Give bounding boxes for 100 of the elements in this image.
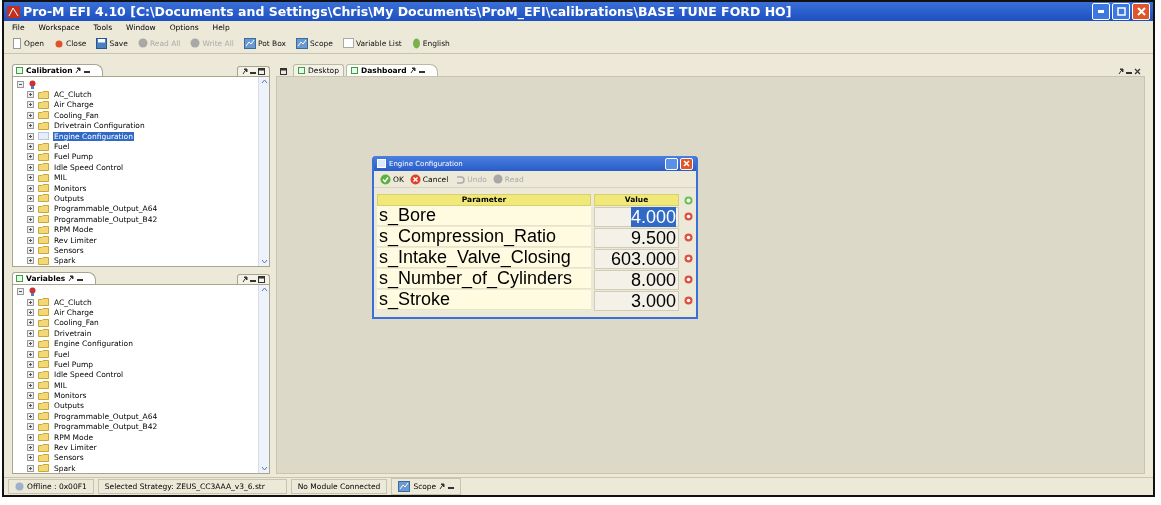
expand-icon[interactable] [27,195,34,202]
expand-icon[interactable] [27,340,34,348]
maximize-icon[interactable] [280,68,287,75]
circle-icon [54,38,65,48]
chart-icon [296,37,309,49]
value-field[interactable]: 9.500 [594,228,679,248]
scroll-down-icon[interactable] [260,258,268,264]
remove-icon[interactable] [683,275,693,284]
chart-icon [243,37,256,49]
value-field[interactable]: 4.000 [594,207,679,227]
window-icon [377,159,386,168]
scroll-down-icon[interactable] [260,466,268,471]
expand-icon[interactable] [27,319,34,327]
expand-icon[interactable] [27,444,34,452]
disc-icon [492,174,503,184]
scrollbar[interactable] [258,284,269,473]
expand-icon[interactable] [27,205,34,213]
folder-icon [38,464,49,473]
minimize-button[interactable] [1092,3,1110,20]
folder-icon [38,90,49,99]
folder-icon [38,381,49,390]
folder-icon [38,204,49,213]
folder-icon [38,422,49,431]
maximize-button[interactable] [1112,3,1130,20]
remove-icon[interactable] [683,233,693,242]
expand-icon[interactable] [27,402,34,410]
expand-icon[interactable] [27,184,34,192]
pin-icon[interactable] [242,68,248,75]
scrollbar[interactable] [258,77,269,266]
expand-icon[interactable] [27,392,34,400]
expand-icon[interactable] [27,360,34,368]
expand-icon[interactable] [27,350,34,358]
folder-icon [38,215,49,224]
expand-icon[interactable] [27,464,34,472]
expand-icon[interactable] [27,101,34,109]
folder-icon [38,111,49,120]
folder-icon [38,391,49,400]
pin-icon[interactable] [439,483,446,490]
pin-icon[interactable] [242,275,248,283]
pin-icon[interactable] [68,274,75,282]
expand-icon[interactable] [27,329,34,337]
root-node-icon [28,287,37,297]
scroll-up-icon[interactable] [260,79,268,84]
folder-icon [38,236,49,245]
panel-icon [298,67,305,74]
remove-icon[interactable] [683,212,693,221]
remove-icon[interactable] [683,296,693,305]
expand-icon[interactable] [27,163,34,171]
expand-icon[interactable] [27,122,34,130]
expand-icon[interactable] [27,454,34,462]
expand-icon[interactable] [27,132,34,140]
expand-icon[interactable] [27,111,34,119]
expand-icon[interactable] [27,412,34,420]
folder-icon [38,184,49,193]
pin-icon[interactable] [1118,68,1124,75]
expand-icon[interactable] [27,308,34,316]
expand-icon[interactable] [27,381,34,389]
minimize-button[interactable] [665,157,678,170]
collapse-icon[interactable] [17,288,24,296]
parameter-cell: s_Bore [377,206,591,226]
maximize-icon[interactable] [258,68,265,75]
expand-icon[interactable] [27,91,34,99]
check-icon [380,173,391,185]
pin-icon[interactable] [75,67,82,74]
parameter-cell: s_Intake_Valve_Closing [377,248,591,268]
close-icon [1136,7,1146,16]
expand-icon[interactable] [27,226,34,234]
panel-icon [350,67,358,74]
expand-icon[interactable] [27,174,34,182]
folder-icon [38,121,49,130]
scroll-up-icon[interactable] [260,286,268,292]
value-field[interactable]: 3.000 [594,291,679,311]
window-title: Pro-M EFI 4.10 [C:\Documents and Settings\Chris\My Documents\ProM_EFI\calibrations\BASE TUNE FORD HO] [23,4,793,19]
expand-icon[interactable] [27,215,34,223]
folder-icon [38,142,49,151]
chart-icon [398,481,411,492]
value-field[interactable]: 603.000 [594,249,679,269]
folder-icon [38,402,49,410]
expand-icon[interactable] [27,257,34,265]
expand-icon[interactable] [27,423,34,431]
collapse-icon[interactable] [17,80,24,88]
close-icon[interactable] [1134,68,1141,75]
expand-icon[interactable] [27,298,34,306]
pin-icon[interactable] [409,67,416,74]
parameter-cell: s_Stroke [377,290,591,310]
maximize-icon [1116,7,1126,16]
maximize-icon[interactable] [258,275,265,283]
expand-icon[interactable] [27,153,34,161]
remove-icon[interactable] [683,254,693,263]
disc-icon [190,38,201,48]
expand-icon[interactable] [27,236,34,244]
expand-icon[interactable] [27,246,34,254]
close-button[interactable] [1132,3,1150,20]
expand-icon[interactable] [27,433,34,441]
close-button[interactable] [680,157,693,170]
value-field[interactable]: 8.000 [594,270,679,290]
expand-icon[interactable] [27,371,34,379]
folder-icon [38,194,49,203]
expand-icon[interactable] [27,143,34,151]
disc-icon [137,38,148,48]
